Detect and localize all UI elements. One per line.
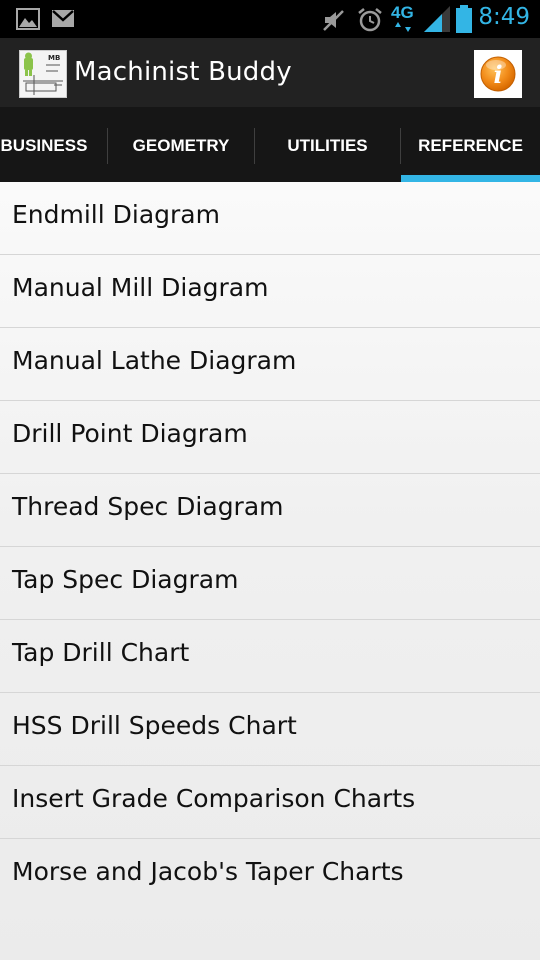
info-glyph: i xyxy=(493,60,502,89)
list-item-label: Insert Grade Comparison Charts xyxy=(12,784,416,813)
app-logo-icon[interactable]: MB xyxy=(19,50,67,98)
list-item-label: Drill Point Diagram xyxy=(12,419,248,448)
list-item-label: Manual Lathe Diagram xyxy=(12,346,297,375)
list-item-hss-drill-speeds-chart[interactable]: HSS Drill Speeds Chart xyxy=(0,693,540,766)
list-item-thread-spec-diagram[interactable]: Thread Spec Diagram xyxy=(0,474,540,547)
action-bar: MB Machinist Buddy i xyxy=(0,38,540,110)
tab-bar: BUSINESS GEOMETRY UTILITIES REFERENCE xyxy=(0,110,540,182)
list-item-manual-mill-diagram[interactable]: Manual Mill Diagram xyxy=(0,255,540,328)
list-item-insert-grade-comparison-charts[interactable]: Insert Grade Comparison Charts xyxy=(0,766,540,839)
list-item-label: HSS Drill Speeds Chart xyxy=(12,711,297,740)
status-time: 8:49 xyxy=(478,4,530,30)
list-item-label: Manual Mill Diagram xyxy=(12,273,269,302)
list-item-morse-jacobs-taper-charts[interactable]: Morse and Jacob's Taper Charts xyxy=(0,839,540,912)
list-item-label: Morse and Jacob's Taper Charts xyxy=(12,857,404,886)
gallery-icon xyxy=(16,8,40,30)
list-item-label: Tap Drill Chart xyxy=(12,638,190,667)
battery-icon xyxy=(456,5,472,33)
info-button[interactable]: i xyxy=(474,50,522,98)
status-bar: 4G 8:49 xyxy=(0,0,540,38)
tab-label: BUSINESS xyxy=(0,136,88,155)
list-item-label: Tap Spec Diagram xyxy=(12,565,239,594)
list-item-drill-point-diagram[interactable]: Drill Point Diagram xyxy=(0,401,540,474)
list-item-label: Thread Spec Diagram xyxy=(12,492,284,521)
tab-utilities[interactable]: UTILITIES xyxy=(255,110,400,182)
tab-geometry[interactable]: GEOMETRY xyxy=(108,110,254,182)
list-item-tap-spec-diagram[interactable]: Tap Spec Diagram xyxy=(0,547,540,620)
network-type-label: 4G xyxy=(391,3,414,22)
4g-lte-icon: 4G xyxy=(391,3,423,33)
list-item-label: Endmill Diagram xyxy=(12,200,220,229)
tab-business[interactable]: BUSINESS xyxy=(0,110,106,182)
list-item-manual-lathe-diagram[interactable]: Manual Lathe Diagram xyxy=(0,328,540,401)
list-item-tap-drill-chart[interactable]: Tap Drill Chart xyxy=(0,620,540,693)
tab-label: REFERENCE xyxy=(418,136,523,155)
app-logo-text: MB xyxy=(48,54,61,62)
alarm-icon xyxy=(358,8,382,32)
selected-tab-indicator xyxy=(401,175,540,182)
gmail-icon xyxy=(52,10,74,27)
tab-label: GEOMETRY xyxy=(132,136,230,155)
reference-list: Endmill Diagram Manual Mill Diagram Manu… xyxy=(0,182,540,960)
list-item-endmill-diagram[interactable]: Endmill Diagram xyxy=(0,182,540,255)
signal-icon xyxy=(424,6,450,32)
app-title: Machinist Buddy xyxy=(74,57,292,87)
tab-reference[interactable]: REFERENCE xyxy=(401,110,540,182)
tab-label: UTILITIES xyxy=(287,136,368,155)
info-icon: i xyxy=(480,56,516,92)
mute-icon xyxy=(323,10,344,31)
